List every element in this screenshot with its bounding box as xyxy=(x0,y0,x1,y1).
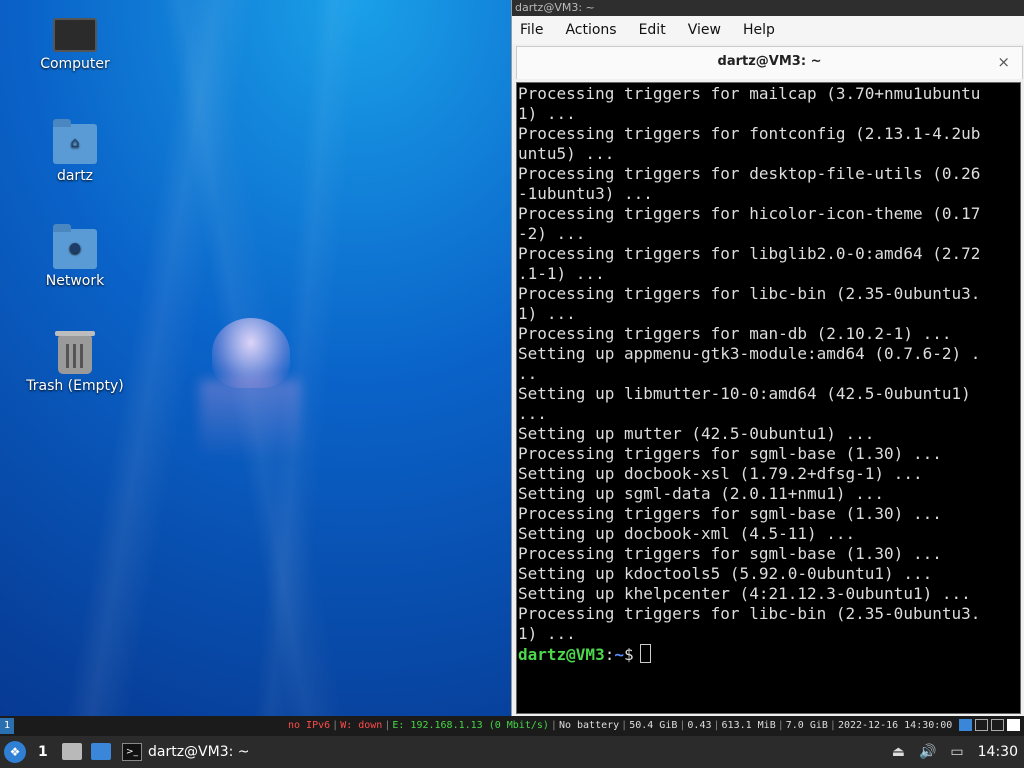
terminal-line: Processing triggers for man-db (2.10.2-1… xyxy=(518,324,952,343)
desktop-icon-label: dartz xyxy=(56,168,94,184)
terminal-line: -1ubuntu3) ... xyxy=(518,184,653,203)
terminal-line: Processing triggers for libc-bin (2.35-0… xyxy=(518,604,981,623)
close-icon[interactable]: × xyxy=(997,53,1010,71)
document-icon[interactable] xyxy=(1007,719,1020,731)
desktop-icon-label: Network xyxy=(45,273,105,289)
terminal-line: Processing triggers for sgml-base (1.30)… xyxy=(518,544,942,563)
taskbar-workspace[interactable]: 1 xyxy=(38,736,48,768)
terminal-line: Setting up libmutter-10-0:amd64 (42.5-0u… xyxy=(518,384,971,403)
lubuntu-start-icon[interactable]: ❖ xyxy=(4,741,26,763)
prompt-symbol: $ xyxy=(623,645,634,664)
menu-edit[interactable]: Edit xyxy=(639,22,666,38)
window-title[interactable]: dartz@VM3: ~ xyxy=(512,0,1024,16)
terminal-line: Processing triggers for fontconfig (2.13… xyxy=(518,124,981,143)
terminal-line: Processing triggers for sgml-base (1.30)… xyxy=(518,444,942,463)
menu-actions[interactable]: Actions xyxy=(565,22,616,38)
trash-icon xyxy=(55,331,95,374)
home-folder-icon: ⌂ xyxy=(53,119,97,164)
terminal-line: .1-1) ... xyxy=(518,264,605,283)
menu-view[interactable]: View xyxy=(688,22,721,38)
prompt-user: dartz@VM3 xyxy=(518,645,605,664)
terminal-line: 1) ... xyxy=(518,104,576,123)
clock[interactable]: 14:30 xyxy=(978,744,1018,760)
network-icon[interactable]: ▭ xyxy=(950,744,963,760)
desktop-icon-computer[interactable]: Computer xyxy=(20,14,130,72)
desktop-icon-home[interactable]: ⌂ dartz xyxy=(20,119,130,184)
terminal-line: Setting up docbook-xml (4.5-11) ... xyxy=(518,524,856,543)
taskbar-task-terminal[interactable]: >_ dartz@VM3: ~ xyxy=(122,736,250,768)
computer-icon xyxy=(53,18,97,52)
info-icon[interactable] xyxy=(959,719,972,731)
terminal-line: Processing triggers for mailcap (3.70+nm… xyxy=(518,84,981,103)
status-item: No battery xyxy=(558,720,620,731)
status-items: no IPv6 | W: down | E: 192.168.1.13 (0 Mbit/… xyxy=(286,716,954,736)
terminal-line: Processing triggers for hicolor-icon-the… xyxy=(518,204,981,223)
desktop-icon-label: Computer xyxy=(40,56,110,72)
terminal-line: ... xyxy=(518,404,547,423)
terminal-icon: >_ xyxy=(122,743,142,761)
terminal-line: Processing triggers for desktop-file-uti… xyxy=(518,164,981,183)
terminal-line: 1) ... xyxy=(518,304,576,323)
volume-icon[interactable]: 🔊 xyxy=(919,744,936,760)
status-item: 50.4 GiB xyxy=(629,720,678,731)
terminal-line: Setting up appmenu-gtk3-module:amd64 (0.… xyxy=(518,344,981,363)
file-manager-icon[interactable] xyxy=(62,743,82,760)
taskbar-tray: ⏏ 🔊 ▭ 14:30 xyxy=(892,736,1024,768)
tab-title: dartz@VM3: ~ xyxy=(717,54,822,69)
terminal-line: -2) ... xyxy=(518,224,586,243)
terminal-line: Setting up kdoctools5 (5.92.0-0ubuntu1) … xyxy=(518,564,933,583)
eject-icon[interactable]: ⏏ xyxy=(892,744,905,760)
taskbar: ❖ 1 >_ dartz@VM3: ~ ⏏ 🔊 ▭ 14:30 xyxy=(0,736,1024,768)
terminal-line: untu5) ... xyxy=(518,144,615,163)
menu-file[interactable]: File xyxy=(520,22,543,38)
window-icon[interactable] xyxy=(991,719,1004,731)
terminal-line: Setting up docbook-xsl (1.79.2+dfsg-1) .… xyxy=(518,464,923,483)
tray-icons xyxy=(956,719,1020,731)
status-item: W: down xyxy=(340,720,383,731)
prompt-path: ~ xyxy=(614,645,624,664)
workspace-indicator[interactable]: 1 xyxy=(0,718,14,734)
terminal-prompt[interactable]: dartz@VM3:~$ xyxy=(518,644,1020,664)
wallpaper-jellyfish-tentacles xyxy=(200,380,300,460)
terminal-line: .. xyxy=(518,364,538,383)
window-icon[interactable] xyxy=(975,719,988,731)
wallpaper-jellyfish xyxy=(212,318,290,388)
status-item: E: 192.168.1.13 (0 Mbit/s) xyxy=(392,720,549,731)
status-bar: 1 no IPv6 | W: down | E: 192.168.1.13 (0 Mbi… xyxy=(0,716,1024,736)
terminal-line: Processing triggers for libc-bin (2.35-0… xyxy=(518,284,981,303)
network-folder-icon: ● xyxy=(53,224,97,269)
terminal-line: Setting up sgml-data (2.0.11+nmu1) ... xyxy=(518,484,885,503)
task-label: dartz@VM3: ~ xyxy=(148,744,250,760)
status-item: no IPv6 xyxy=(288,720,331,731)
terminal-window[interactable]: dartz@VM3: ~ File Actions Edit View Help… xyxy=(511,0,1024,716)
desktop-icon-trash[interactable]: Trash (Empty) xyxy=(20,331,130,394)
show-desktop-icon[interactable] xyxy=(91,743,111,760)
status-item: 0.43 xyxy=(687,720,712,731)
terminal-line: Processing triggers for sgml-base (1.30)… xyxy=(518,504,942,523)
terminal-line: Setting up mutter (42.5-0ubuntu1) ... xyxy=(518,424,875,443)
status-item: 7.0 GiB xyxy=(785,720,828,731)
prompt-separator: : xyxy=(604,645,615,664)
desktop-icon-label: Trash (Empty) xyxy=(26,378,124,394)
terminal-line: Processing triggers for libglib2.0-0:amd… xyxy=(518,244,981,263)
desktop-icon-network[interactable]: ● Network xyxy=(20,224,130,289)
terminal-cursor xyxy=(639,644,651,663)
menu-help[interactable]: Help xyxy=(743,22,775,38)
status-item: 613.1 MiB xyxy=(721,720,776,731)
terminal-line: Setting up khelpcenter (4:21.12.3-0ubunt… xyxy=(518,584,971,603)
menu-bar: File Actions Edit View Help xyxy=(512,16,1024,44)
terminal-line: 1) ... xyxy=(518,624,576,643)
terminal-tab[interactable]: dartz@VM3: ~ × xyxy=(516,46,1023,79)
terminal-output[interactable]: Processing triggers for mailcap (3.70+nm… xyxy=(516,82,1021,714)
status-item: 2022-12-16 14:30:00 xyxy=(837,720,953,731)
